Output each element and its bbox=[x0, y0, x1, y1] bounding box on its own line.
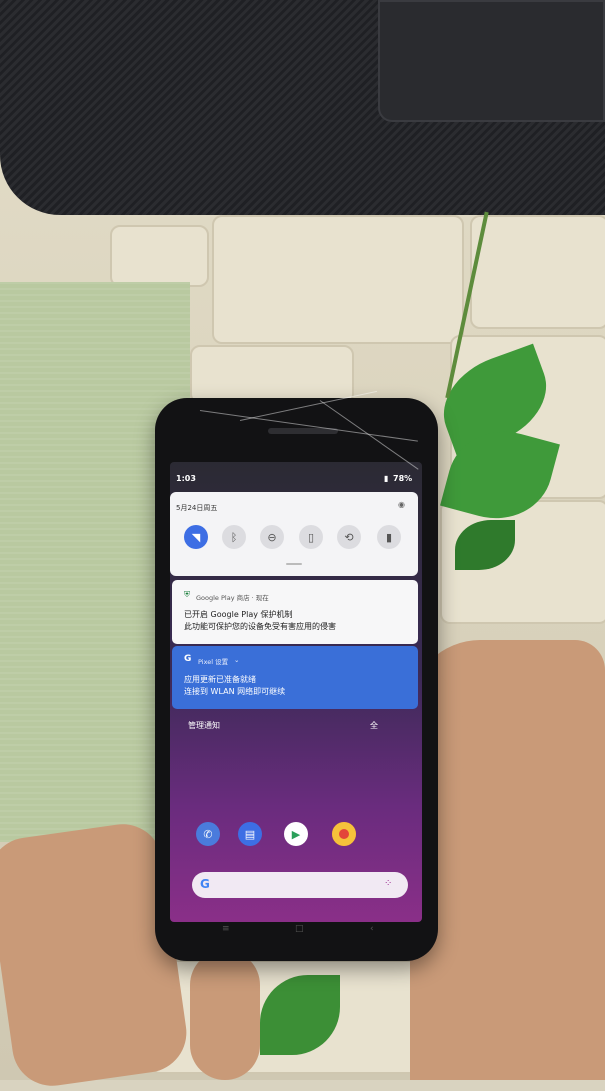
manage-notifications-button[interactable]: 管理通知 bbox=[188, 720, 220, 731]
google-g-icon: G bbox=[184, 654, 192, 664]
left-thumb bbox=[190, 950, 260, 1080]
do-not-disturb-icon: ⊖ bbox=[267, 530, 277, 544]
bluetooth-icon: ᛒ bbox=[230, 530, 238, 544]
clear-all-button[interactable]: 全 bbox=[370, 720, 378, 731]
back-nav-icon[interactable]: ‹ bbox=[370, 924, 374, 934]
menu-nav-icon[interactable]: ≡ bbox=[222, 924, 230, 934]
battery-icon: ▮ bbox=[384, 474, 389, 483]
flashlight-icon: ▯ bbox=[307, 530, 315, 544]
notification-body: 连接到 WLAN 网络即可继续 bbox=[184, 687, 286, 696]
notification-title: 已开启 Google Play 保护机制 bbox=[184, 610, 293, 619]
messages-icon[interactable]: ▤ bbox=[238, 822, 262, 846]
google-search-bar[interactable] bbox=[192, 872, 408, 898]
shield-icon: ⛨ bbox=[184, 590, 190, 599]
chrome-icon[interactable] bbox=[332, 822, 356, 846]
wifi-tile[interactable]: ◥ bbox=[184, 525, 208, 549]
eye-icon: ◉ bbox=[398, 500, 405, 509]
notification-title: 应用更新已准备就绪 bbox=[184, 675, 256, 684]
phone-earpiece bbox=[268, 428, 338, 434]
bluetooth-tile[interactable]: ᛒ bbox=[222, 525, 246, 549]
assistant-icon[interactable]: ⁘ bbox=[384, 878, 392, 889]
laptop-touchpad bbox=[378, 0, 605, 122]
battery-saver-icon: ▮ bbox=[385, 530, 393, 544]
do-not-disturb-tile[interactable]: ⊖ bbox=[260, 525, 284, 549]
auto-rotate-icon: ⟲ bbox=[344, 530, 354, 544]
home-nav-icon[interactable]: □ bbox=[295, 924, 304, 934]
notification-app-name: Google Play 商店 · 现在 bbox=[196, 594, 269, 602]
play-store-icon[interactable]: ▶ bbox=[284, 822, 308, 846]
phone-icon[interactable]: ✆ bbox=[196, 822, 220, 846]
wall-brick bbox=[470, 215, 605, 329]
flashlight-tile[interactable]: ▯ bbox=[299, 525, 323, 549]
wifi-icon: ◥ bbox=[191, 530, 201, 544]
expand-handle[interactable] bbox=[286, 563, 302, 565]
battery-saver-tile[interactable]: ▮ bbox=[377, 525, 401, 549]
notification-app-name: Pixel 设置 bbox=[198, 658, 229, 666]
chevron-down-icon[interactable]: ⌄ bbox=[234, 656, 239, 664]
wall-brick bbox=[212, 215, 464, 344]
quick-settings-date: 5月24日周五 bbox=[176, 504, 218, 512]
status-battery: 78% bbox=[393, 474, 413, 483]
wall-brick bbox=[110, 225, 209, 287]
auto-rotate-tile[interactable]: ⟲ bbox=[337, 525, 361, 549]
notification-body: 此功能可保护您的设备免受有害应用的侵害 bbox=[184, 622, 336, 631]
google-logo: G bbox=[200, 877, 210, 891]
wall-brick bbox=[190, 345, 354, 404]
status-time: 1:03 bbox=[176, 474, 196, 483]
